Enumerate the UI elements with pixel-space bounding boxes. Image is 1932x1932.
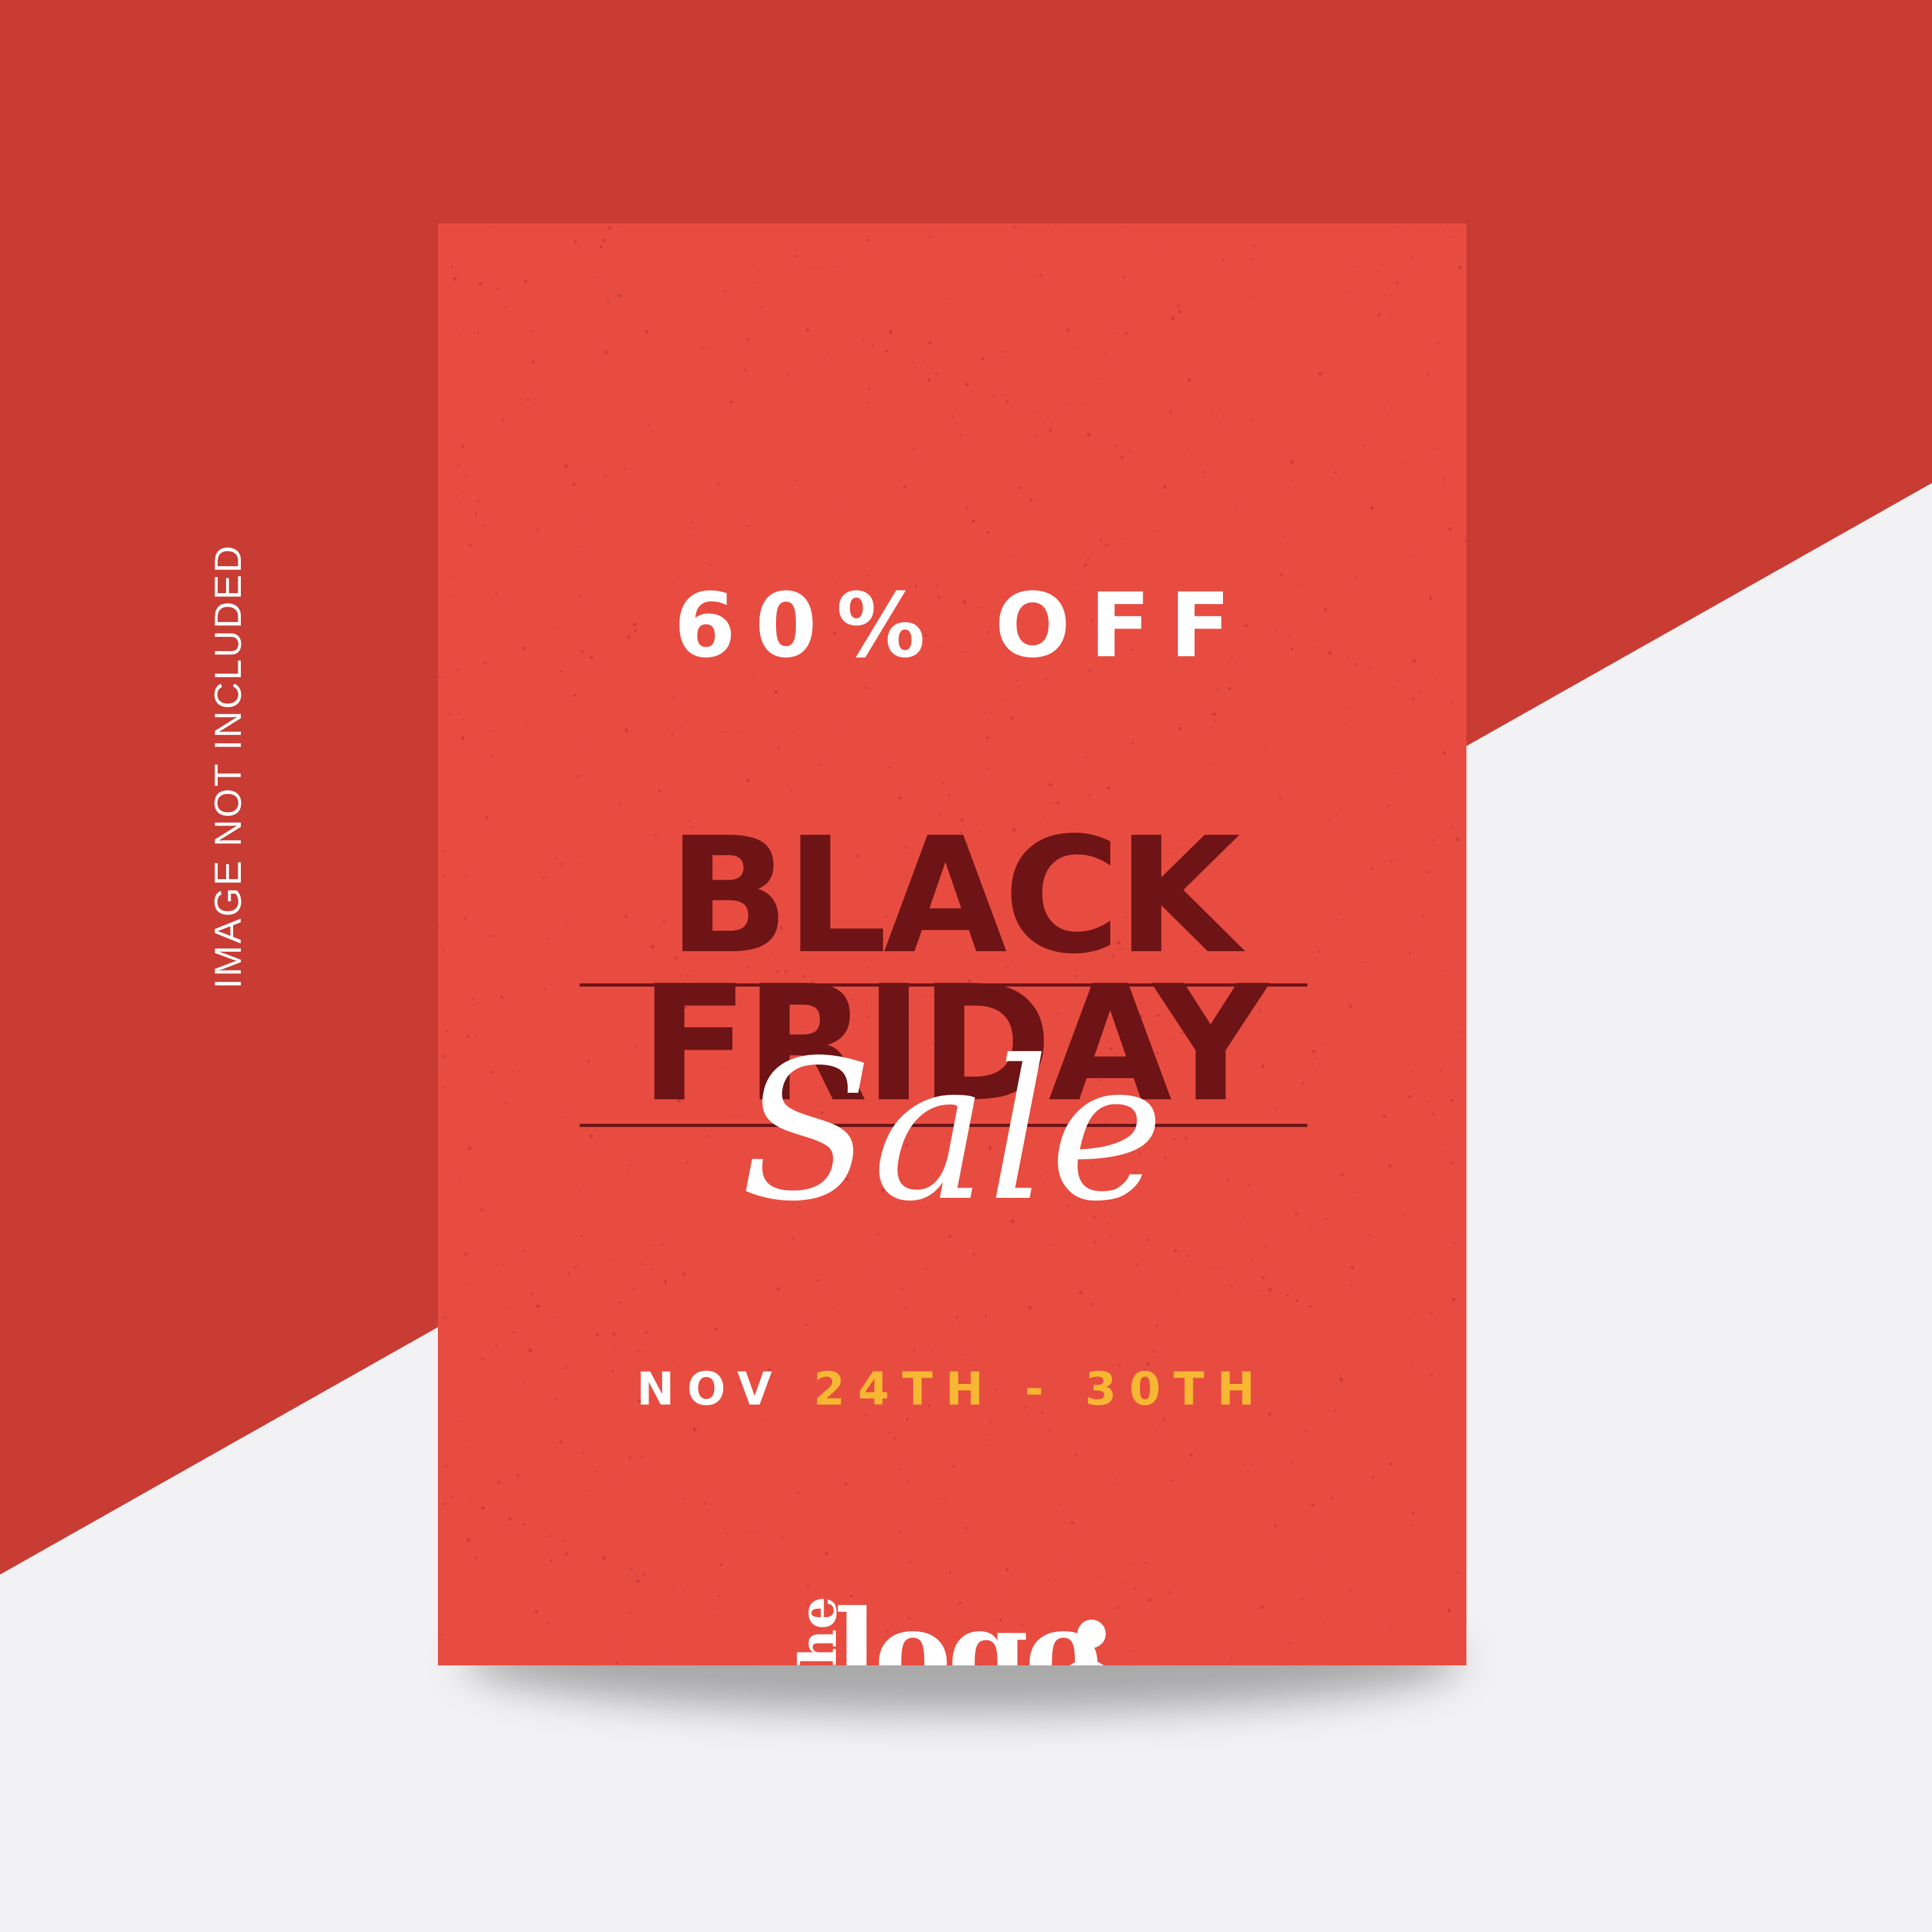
sale-dates: NOV 24TH - 30TH	[438, 1360, 1466, 1418]
sale-date-range: 24TH - 30TH	[813, 1363, 1268, 1416]
sale-script: Sale	[740, 1019, 1164, 1244]
sale-poster: 60% OFF BLACK FRIDAY Sale NOV 24TH - 30T…	[438, 223, 1466, 1665]
logo-dot-icon	[1077, 1620, 1106, 1648]
logo-word: logo	[834, 1585, 1102, 1666]
image-not-included-note: IMAGE NOT INCLUDED	[207, 544, 249, 989]
sale-month: NOV	[636, 1363, 785, 1416]
discount-heading: 60% OFF	[674, 574, 1250, 677]
brand-logo: the logo	[770, 1589, 1156, 1665]
